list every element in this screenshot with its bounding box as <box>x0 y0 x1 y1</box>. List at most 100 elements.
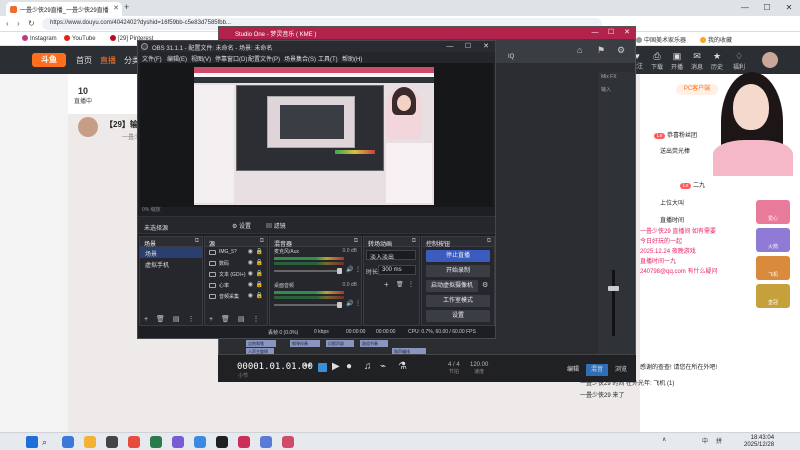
source-filters-button[interactable]: ▤ 滤镜 <box>266 221 286 230</box>
add-scene-button[interactable]: + <box>144 316 148 323</box>
tempo-display[interactable]: 120.00 速度 <box>470 362 488 375</box>
gift-plane[interactable]: 飞机 <box>756 256 790 280</box>
visibility-icon[interactable]: ◉ <box>248 292 253 299</box>
obs-minimize-button[interactable]: — <box>441 41 459 52</box>
speaker-icon[interactable]: 🔊 <box>346 266 353 273</box>
taskbar-app-icon[interactable] <box>216 436 228 448</box>
back-icon[interactable]: ‹ <box>6 19 9 28</box>
taskbar-app-icon[interactable] <box>150 436 162 448</box>
scene-filters-button[interactable]: ▤ <box>173 316 180 323</box>
volume-slider[interactable] <box>274 268 342 274</box>
nav-live[interactable]: 直播 <box>100 55 116 66</box>
new-tab-button[interactable]: + <box>124 2 129 12</box>
reload-icon[interactable]: ↻ <box>28 19 35 28</box>
arrange-clip[interactable]: 钢琴伴奏 <box>290 340 320 347</box>
speaker-icon[interactable]: 🔊 <box>346 300 353 307</box>
taskbar-app-icon[interactable] <box>194 436 206 448</box>
source-more-button[interactable]: ⋮ <box>252 316 259 323</box>
studio-maximize-button[interactable]: ☐ <box>603 27 619 39</box>
record-icon[interactable]: ● <box>346 361 352 372</box>
taskbar-clock[interactable]: 18:43:04 2025/12/28 <box>744 435 774 449</box>
virtual-camera-settings-icon[interactable]: ⚙ <box>482 281 488 289</box>
lock-icon[interactable]: 🔒 <box>256 259 263 266</box>
lock-icon[interactable]: 🔒 <box>256 270 263 277</box>
taskbar-app-icon[interactable] <box>260 436 272 448</box>
visibility-icon[interactable]: ◉ <box>248 281 253 288</box>
source-item[interactable]: 心率 ◉ 🔒 <box>205 280 267 291</box>
menu-docks[interactable]: 停靠窗口(D) <box>215 54 247 63</box>
studio-mode-button[interactable]: 工作室模式 <box>426 295 490 307</box>
menu-help[interactable]: 帮助(H) <box>342 54 362 63</box>
scene-item[interactable]: 虚拟手机 <box>140 258 202 269</box>
source-properties-button[interactable]: ▤ <box>238 316 245 323</box>
close-tab-icon[interactable]: ✕ <box>113 4 119 12</box>
virtual-camera-button[interactable]: 启动虚拟摄像机 <box>426 280 478 292</box>
menu-view[interactable]: 视图(V) <box>191 54 211 63</box>
taskbar-app-icon[interactable] <box>282 436 294 448</box>
user-avatar[interactable] <box>762 52 778 68</box>
rewind-icon[interactable]: ⏮ <box>302 361 311 372</box>
bookmark-youtube[interactable]: YouTube <box>64 35 96 42</box>
arrange-clip[interactable]: 吉他和弦 <box>246 340 276 347</box>
tuner-icon[interactable]: ⚗ <box>398 361 407 372</box>
douyu-logo[interactable]: 斗鱼 <box>32 53 66 67</box>
forward-icon[interactable]: › <box>17 19 20 28</box>
tray-expand-icon[interactable]: ∧ <box>662 436 666 443</box>
history-icon[interactable]: ★ 历史 <box>706 51 728 71</box>
arrange-clip[interactable]: 贝斯声部 <box>326 340 354 347</box>
source-settings-button[interactable]: ⚙ 设置 <box>232 221 251 230</box>
channel-fader-track[interactable] <box>612 270 615 336</box>
remove-source-button[interactable]: 🗑 <box>221 316 230 323</box>
menu-tools[interactable]: 工具(T) <box>318 54 338 63</box>
studio-minimize-button[interactable]: — <box>587 27 603 39</box>
taskbar-app-icon[interactable] <box>238 436 250 448</box>
studio-close-button[interactable]: ✕ <box>619 27 635 39</box>
stop-stream-button[interactable]: 停止直播 <box>426 250 490 262</box>
start-icon[interactable] <box>26 436 38 448</box>
transition-select[interactable]: 淡入淡出 <box>366 250 416 261</box>
duration-input[interactable]: 300 ms <box>378 265 416 275</box>
add-source-button[interactable]: + <box>209 316 213 323</box>
gift-heart[interactable]: 爱心 <box>756 200 790 224</box>
source-item[interactable]: 音频采集 ◉ 🔒 <box>205 291 267 302</box>
bookmark-instagram[interactable]: Instagram <box>22 35 57 42</box>
start-recording-button[interactable]: 开始录制 <box>426 265 490 277</box>
remove-scene-button[interactable]: 🗑 <box>156 316 165 323</box>
taskbar-app-icon[interactable] <box>84 436 96 448</box>
settings-button[interactable]: 设置 <box>426 310 490 322</box>
menu-scene-collection[interactable]: 场景集合(S) <box>284 54 316 63</box>
search-icon[interactable]: ⌕ <box>42 437 47 448</box>
source-item[interactable]: 文本 (GDI+) ◉ 🔒 <box>205 269 267 280</box>
scene-more-button[interactable]: ⋮ <box>187 316 194 323</box>
menu-profile[interactable]: 配置文件(P) <box>248 54 280 63</box>
broadcast-icon[interactable]: ▣ 开播 <box>666 51 688 71</box>
gift-crown[interactable]: 皇冠 <box>756 284 790 308</box>
volume-slider[interactable] <box>274 302 342 308</box>
taskbar-app-icon[interactable] <box>172 436 184 448</box>
ime-indicator[interactable]: 中 <box>702 436 708 445</box>
ime-mode[interactable]: 拼 <box>716 436 722 445</box>
stream-preview[interactable] <box>194 67 434 205</box>
transition-more-button[interactable]: ⋮ <box>408 281 414 288</box>
remove-transition-button[interactable]: 🗑 <box>396 281 404 288</box>
minimize-button[interactable]: — <box>734 0 756 16</box>
menu-edit[interactable]: 编辑(E) <box>167 54 187 63</box>
metronome-icon[interactable]: ♫ <box>364 361 372 372</box>
tab-edit[interactable]: 编辑 <box>562 364 584 376</box>
message-icon[interactable]: ✉ 消息 <box>686 51 708 71</box>
tab-browse[interactable]: 浏览 <box>610 364 632 376</box>
close-button[interactable]: ✕ <box>778 0 800 16</box>
add-transition-button[interactable]: + <box>384 280 389 289</box>
precount-icon[interactable]: ⌁ <box>380 361 386 372</box>
gift-rocket[interactable]: 火箭 <box>756 228 790 252</box>
scene-item[interactable]: 场景 <box>140 247 202 258</box>
bookmark-music[interactable]: 中国美术家乐器 <box>636 35 686 44</box>
obs-close-button[interactable]: ✕ <box>477 41 495 52</box>
bookmark-favorites[interactable]: 我的收藏 <box>700 35 732 44</box>
lock-icon[interactable]: 🔒 <box>256 248 263 255</box>
lock-icon[interactable]: 🔒 <box>256 292 263 299</box>
maximize-button[interactable]: ☐ <box>756 0 778 16</box>
channel-menu-icon[interactable]: ⋮ <box>355 300 361 307</box>
source-item[interactable]: 数码 ◉ 🔒 <box>205 258 267 269</box>
menu-file[interactable]: 文件(F) <box>142 54 162 63</box>
